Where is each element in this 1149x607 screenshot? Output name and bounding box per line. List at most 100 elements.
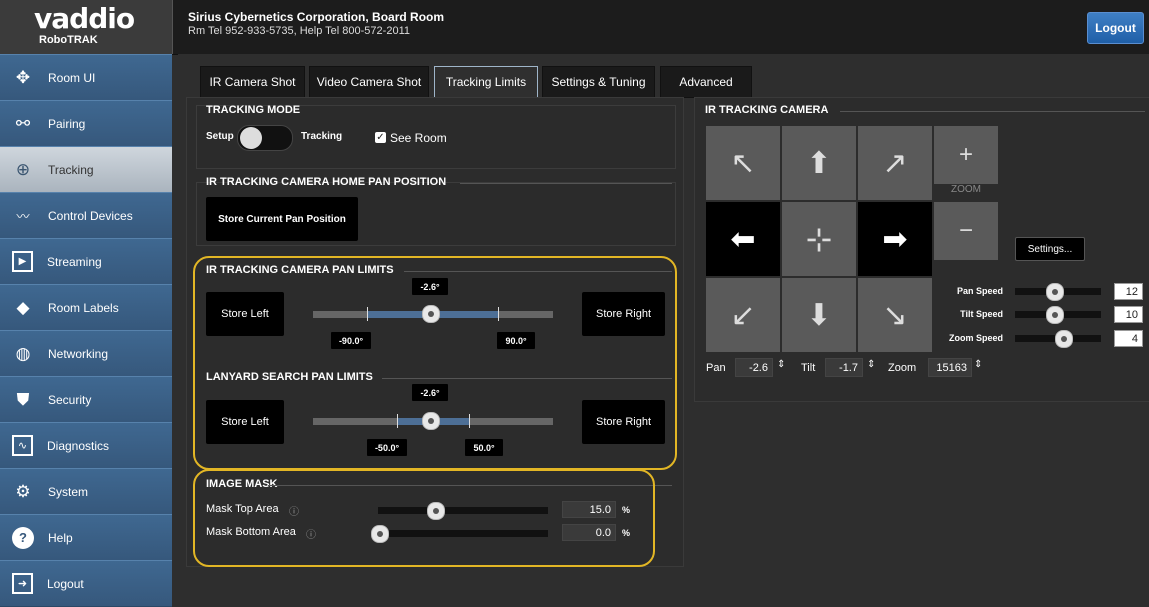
sidebar-item-label: Help bbox=[48, 530, 73, 545]
zoom-stepper-icon[interactable]: ⇕ bbox=[974, 359, 982, 370]
ptz-down-left-button[interactable]: ↙ bbox=[706, 278, 780, 352]
ptz-right-button[interactable]: ➡ bbox=[858, 202, 932, 276]
sidebar-item-label: Logout bbox=[47, 576, 84, 591]
plus-icon: + bbox=[958, 141, 973, 168]
sidebar-item-room-labels[interactable]: ◆ Room Labels bbox=[0, 284, 172, 331]
arrow-up-icon: ⬆ bbox=[806, 146, 832, 180]
sidebar-item-room-ui[interactable]: ✥ Room UI bbox=[0, 54, 172, 101]
vaddio-logo: vaddio RoboTRAK bbox=[0, 0, 173, 54]
sidebar-item-streaming[interactable]: ▶ Streaming bbox=[0, 238, 172, 285]
zoom-position-value[interactable]: 15163 bbox=[928, 358, 972, 377]
brand-name: vaddio bbox=[34, 2, 135, 35]
zoom-label: ZOOM bbox=[951, 184, 981, 195]
gear-icon: ⚙ bbox=[15, 481, 31, 501]
sidebar-item-label: System bbox=[48, 484, 89, 499]
sidebar-item-help[interactable]: ? Help bbox=[0, 514, 172, 561]
sidebar-item-logout[interactable]: ➜ Logout bbox=[0, 560, 172, 607]
tab-settings-tuning[interactable]: Settings & Tuning bbox=[542, 66, 655, 98]
tilt-speed-label: Tilt Speed bbox=[960, 309, 1003, 319]
ptz-up-left-button[interactable]: ↖ bbox=[706, 126, 780, 200]
tracking-mode-toggle[interactable] bbox=[237, 125, 293, 151]
globe-icon: ◍ bbox=[15, 343, 31, 363]
see-room-checkbox[interactable]: ✓ bbox=[375, 132, 386, 143]
zoom-speed-handle[interactable] bbox=[1055, 330, 1073, 348]
ir-camera-title: IR TRACKING CAMERA bbox=[705, 104, 829, 116]
ptz-up-button[interactable]: ⬆ bbox=[782, 126, 856, 200]
sidebar-item-tracking[interactable]: ⊕ Tracking bbox=[0, 146, 172, 193]
sidebar-item-networking[interactable]: ◍ Networking bbox=[0, 330, 172, 377]
zoom-position-label: Zoom bbox=[888, 362, 917, 374]
ptz-up-right-button[interactable]: ↗ bbox=[858, 126, 932, 200]
arrow-up-left-icon: ↖ bbox=[730, 146, 756, 180]
zoom-speed-value[interactable]: 4 bbox=[1114, 330, 1143, 347]
arrow-down-left-icon: ↙ bbox=[730, 298, 756, 332]
sidebar-item-control-devices[interactable]: 〰 Control Devices bbox=[0, 192, 172, 239]
see-room-label: See Room bbox=[390, 131, 447, 145]
sidebar-item-label: Control Devices bbox=[48, 208, 133, 223]
link-icon: ⚯ bbox=[15, 113, 31, 133]
zoom-out-button[interactable]: − bbox=[934, 202, 998, 260]
sidebar-item-label: Streaming bbox=[47, 254, 102, 269]
target-icon: ⊕ bbox=[15, 159, 31, 179]
sidebar-item-diagnostics[interactable]: ∿ Diagnostics bbox=[0, 422, 172, 469]
zoom-in-button[interactable]: + bbox=[934, 126, 998, 184]
arrow-down-icon: ⬇ bbox=[806, 298, 832, 332]
tab-ir-camera-shot[interactable]: IR Camera Shot bbox=[200, 66, 305, 98]
shield-icon: ⛊ bbox=[16, 389, 30, 409]
tab-advanced[interactable]: Advanced bbox=[660, 66, 752, 98]
pan-speed-value[interactable]: 12 bbox=[1114, 283, 1143, 300]
sidebar: ✥ Room UI ⚯ Pairing ⊕ Tracking 〰 Control… bbox=[0, 54, 172, 607]
zoom-speed-label: Zoom Speed bbox=[948, 333, 1003, 343]
pulse-icon: ∿ bbox=[12, 435, 33, 456]
product-name: RoboTRAK bbox=[39, 34, 98, 46]
sidebar-item-label: Security bbox=[48, 392, 92, 407]
tag-icon: ◆ bbox=[16, 297, 30, 317]
move-arrows-icon: ✥ bbox=[15, 67, 31, 87]
ptz-home-button[interactable]: ⊹ bbox=[782, 202, 856, 276]
room-title: Sirius Cybernetics Corporation, Board Ro… bbox=[188, 10, 445, 24]
ptz-down-right-button[interactable]: ↘ bbox=[858, 278, 932, 352]
ptz-left-button[interactable]: ⬅ bbox=[706, 202, 780, 276]
top-header: vaddio RoboTRAK Sirius Cybernetics Corpo… bbox=[0, 0, 1149, 55]
store-current-pan-button[interactable]: Store Current Pan Position bbox=[206, 197, 358, 241]
crosshair-icon: ⊹ bbox=[805, 221, 833, 257]
limits-highlight-outline bbox=[193, 256, 677, 470]
arrow-up-right-icon: ↗ bbox=[882, 146, 908, 180]
logout-icon: ➜ bbox=[12, 573, 33, 594]
sidebar-item-system[interactable]: ⚙ System bbox=[0, 468, 172, 515]
tab-tracking-limits[interactable]: Tracking Limits bbox=[434, 66, 538, 98]
play-icon: ▶ bbox=[12, 251, 33, 272]
sidebar-item-label: Room UI bbox=[48, 70, 96, 85]
pan-stepper-icon[interactable]: ⇕ bbox=[777, 359, 785, 370]
home-pan-title: IR TRACKING CAMERA HOME PAN POSITION bbox=[206, 176, 447, 188]
sidebar-item-label: Room Labels bbox=[48, 300, 119, 315]
tracking-mode-title: TRACKING MODE bbox=[206, 104, 301, 116]
pan-speed-label: Pan Speed bbox=[956, 286, 1003, 296]
arrow-left-icon: ⬅ bbox=[730, 222, 756, 256]
section-divider bbox=[460, 183, 672, 184]
sidebar-item-pairing[interactable]: ⚯ Pairing bbox=[0, 100, 172, 147]
tilt-speed-value[interactable]: 10 bbox=[1114, 306, 1143, 323]
pan-speed-handle[interactable] bbox=[1046, 283, 1064, 301]
ptz-down-button[interactable]: ⬇ bbox=[782, 278, 856, 352]
tab-video-camera-shot[interactable]: Video Camera Shot bbox=[309, 66, 429, 98]
arrow-right-icon: ➡ bbox=[882, 222, 908, 256]
camera-settings-button[interactable]: Settings... bbox=[1015, 237, 1085, 261]
sidebar-item-label: Diagnostics bbox=[47, 438, 110, 453]
tilt-position-value[interactable]: -1.7 bbox=[825, 358, 863, 377]
image-mask-highlight-outline bbox=[193, 469, 655, 567]
sidebar-item-label: Tracking bbox=[48, 162, 94, 177]
tracking-label: Tracking bbox=[301, 131, 343, 142]
help-icon: ? bbox=[12, 526, 34, 549]
room-phone-info: Rm Tel 952-933-5735, Help Tel 800-572-20… bbox=[188, 25, 410, 37]
arrow-down-right-icon: ↘ bbox=[882, 298, 908, 332]
logout-button[interactable]: Logout bbox=[1087, 12, 1144, 44]
toggle-knob bbox=[240, 127, 262, 149]
sidebar-item-security[interactable]: ⛊ Security bbox=[0, 376, 172, 423]
tilt-stepper-icon[interactable]: ⇕ bbox=[867, 359, 875, 370]
setup-label: Setup bbox=[206, 131, 234, 142]
pan-position-value[interactable]: -2.6 bbox=[735, 358, 773, 377]
tilt-position-label: Tilt bbox=[801, 362, 816, 374]
pan-position-label: Pan bbox=[706, 362, 726, 374]
tilt-speed-handle[interactable] bbox=[1046, 306, 1064, 324]
